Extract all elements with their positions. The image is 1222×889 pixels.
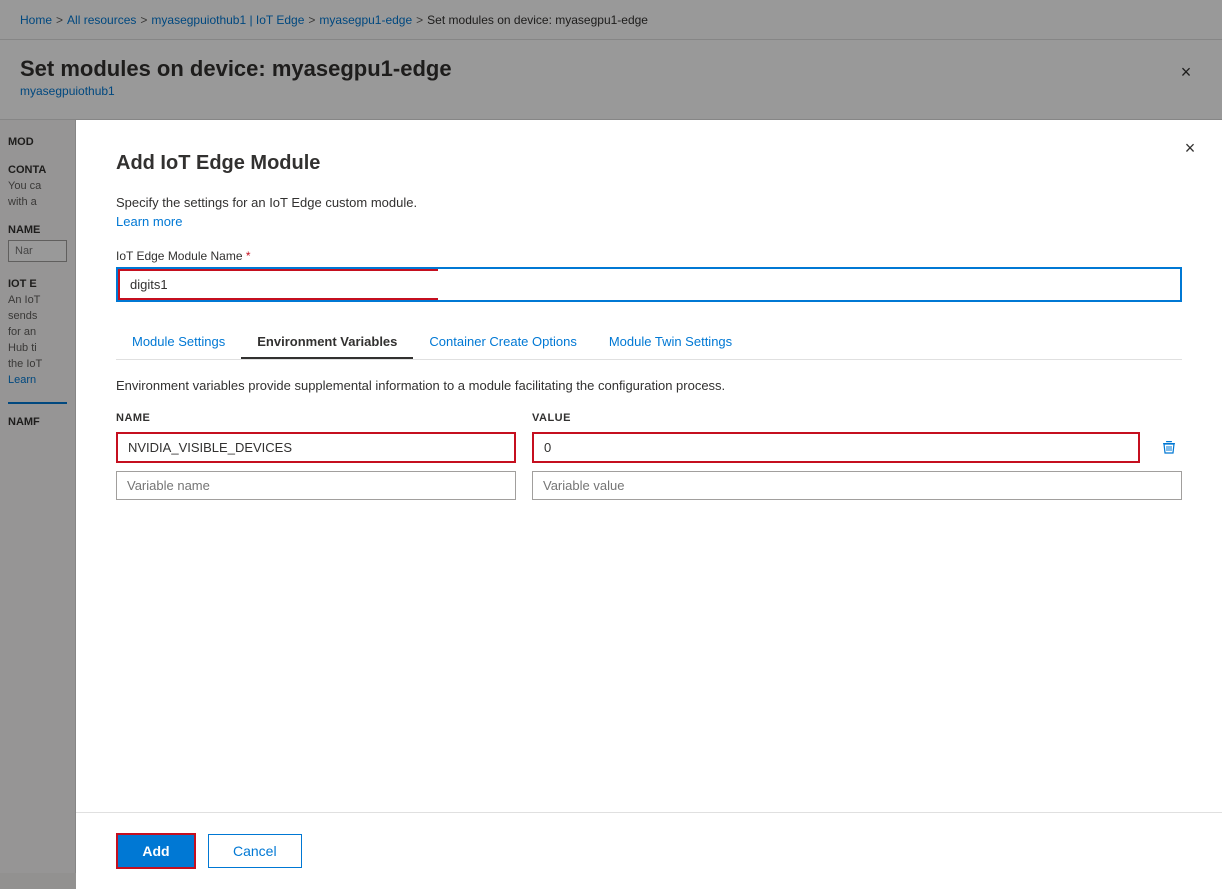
env-section-description: Environment variables provide supplement… — [116, 376, 1182, 396]
env-name-input-0[interactable] — [116, 432, 516, 463]
env-row-empty — [116, 471, 1182, 500]
add-iot-edge-module-modal: × Add IoT Edge Module Specify the settin… — [76, 120, 1222, 889]
tabs-bar: Module Settings Environment Variables Co… — [116, 326, 1182, 360]
env-delete-button-0[interactable] — [1156, 434, 1182, 460]
cancel-button[interactable]: Cancel — [208, 834, 302, 868]
env-table-header: NAME VALUE — [116, 412, 1182, 424]
env-name-input-empty[interactable] — [116, 471, 516, 500]
required-indicator: * — [246, 249, 251, 263]
tab-module-twin-settings[interactable]: Module Twin Settings — [593, 326, 748, 359]
modal-body: Add IoT Edge Module Specify the settings… — [76, 120, 1222, 812]
modal-close-button[interactable]: × — [1174, 132, 1206, 164]
add-button[interactable]: Add — [116, 833, 196, 869]
env-col-value-header: VALUE — [532, 412, 1182, 424]
env-col-name-header: NAME — [116, 412, 516, 424]
tab-container-create-options[interactable]: Container Create Options — [413, 326, 592, 359]
tab-module-settings[interactable]: Module Settings — [116, 326, 241, 359]
module-name-input[interactable] — [118, 269, 438, 300]
modal-subtitle: Specify the settings for an IoT Edge cus… — [116, 195, 1182, 210]
modal-footer: Add Cancel — [76, 812, 1222, 889]
module-name-label: IoT Edge Module Name * — [116, 249, 1182, 263]
env-value-input-0[interactable] — [532, 432, 1140, 463]
tab-environment-variables[interactable]: Environment Variables — [241, 326, 413, 359]
module-name-input-wrapper — [116, 267, 1182, 302]
learn-more-link[interactable]: Learn more — [116, 214, 1182, 229]
env-value-input-empty[interactable] — [532, 471, 1182, 500]
env-row-0 — [116, 432, 1182, 463]
modal-title: Add IoT Edge Module — [116, 152, 1182, 175]
module-name-input-right[interactable] — [438, 269, 1180, 300]
